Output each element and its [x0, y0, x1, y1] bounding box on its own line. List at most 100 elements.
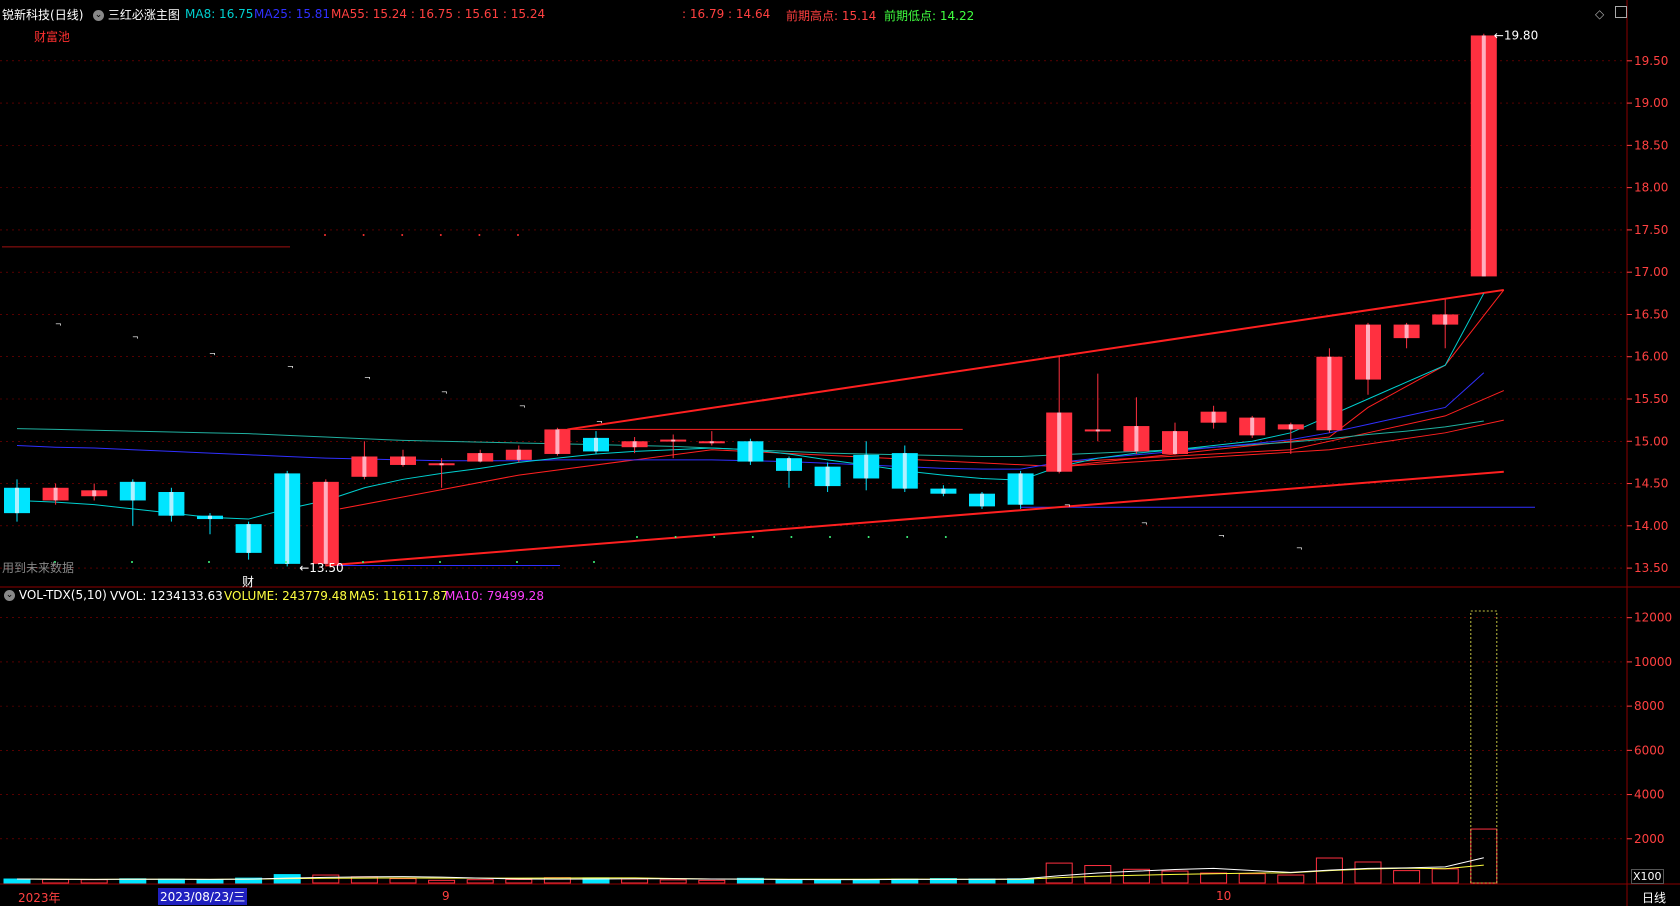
candle-highlight [1288, 424, 1293, 430]
candle-highlight [1366, 324, 1370, 380]
candle-highlight [1173, 431, 1177, 454]
candle[interactable] [81, 490, 108, 497]
candle-highlight [1018, 473, 1023, 505]
candle-highlight [1095, 429, 1100, 432]
candle-highlight [748, 441, 753, 462]
candle[interactable] [119, 481, 146, 501]
signal-marker: ¬ [1141, 519, 1148, 528]
volume-bar [1084, 865, 1112, 884]
signal-dot [944, 536, 947, 538]
candle[interactable] [428, 463, 455, 466]
candle[interactable] [660, 439, 687, 442]
candle[interactable] [814, 466, 841, 487]
candle[interactable] [235, 524, 262, 553]
volume-tick-label: 12000 [1634, 611, 1672, 625]
candle[interactable] [1432, 314, 1459, 325]
volume-tick-label: 8000 [1634, 699, 1665, 713]
caifu-label: 财富池 [34, 30, 71, 44]
candle[interactable] [351, 456, 378, 477]
signal-dot [208, 561, 210, 563]
candle[interactable] [776, 458, 802, 471]
range-value: : 16.79 : 14.64 [682, 7, 771, 21]
candle[interactable] [1316, 356, 1343, 431]
candle[interactable] [1084, 429, 1111, 432]
volume-bar [1354, 861, 1382, 884]
candle[interactable] [505, 449, 532, 460]
candlestick-chart[interactable]: 13.50 14.00 14.50 15.00 15.50 16.00 16.50 17.00… [0, 0, 1680, 906]
candle-highlight [709, 441, 714, 444]
volume-tick-label: 2000 [1634, 832, 1665, 846]
candle[interactable] [930, 488, 957, 494]
volume-tick-label: 4000 [1634, 788, 1665, 802]
signal-marker: ¬ [209, 350, 216, 359]
candle-highlight [478, 453, 483, 462]
volume-bar [1393, 870, 1421, 884]
candle[interactable] [1046, 412, 1073, 472]
volume-tick-label: 6000 [1634, 743, 1665, 757]
volume-indicator-dropdown[interactable]: ⌄ VOL-TDX(5,10) [4, 588, 107, 602]
min-price-label: ←13.50 [299, 561, 343, 575]
volume-tick-label: 10000 [1634, 655, 1672, 669]
candle-highlight [1443, 314, 1448, 325]
candle[interactable] [390, 456, 416, 465]
candle-highlight [825, 466, 830, 487]
candle[interactable] [4, 487, 30, 514]
stock-title: 锐新科技(日线) [2, 6, 83, 23]
volume-bar [3, 878, 31, 884]
volume-bar [157, 878, 185, 884]
period-label: (日线) [50, 8, 84, 22]
candle[interactable] [197, 515, 223, 520]
candle[interactable] [621, 441, 648, 448]
volume-bar [1277, 874, 1305, 884]
candle[interactable] [698, 441, 725, 444]
candle[interactable] [969, 493, 995, 507]
volume-indicator-name: VOL-TDX(5,10) [18, 588, 107, 602]
candle[interactable] [544, 429, 571, 454]
candle[interactable] [1277, 424, 1304, 430]
volume-bar [775, 879, 803, 884]
volume-bar [1470, 828, 1498, 884]
price-tick-label: 18.00 [1634, 181, 1668, 195]
prev-low-value: 前期低点: 14.22 [884, 9, 975, 23]
period-button[interactable]: 日线 [1642, 889, 1666, 906]
candle-highlight [1250, 417, 1255, 436]
candle[interactable] [1239, 417, 1266, 436]
price-tick-label: 14.00 [1634, 519, 1668, 533]
volume-bar [1200, 872, 1228, 884]
candle[interactable] [1200, 411, 1227, 423]
ma8-line [16, 293, 1485, 520]
candle[interactable] [1162, 431, 1188, 454]
candle[interactable] [1355, 324, 1381, 380]
signal-dot [867, 536, 870, 538]
candle-highlight [555, 429, 560, 454]
candle[interactable] [42, 487, 69, 501]
candle[interactable] [1123, 426, 1150, 452]
signal-marker: ¬ [1218, 532, 1225, 541]
candle[interactable] [274, 473, 301, 564]
volume-ma5-line [16, 857, 1484, 881]
candle[interactable] [583, 437, 609, 452]
signal-dot [906, 536, 909, 538]
diamond-icon[interactable]: ◇ [1595, 7, 1604, 21]
candle[interactable] [467, 453, 494, 462]
candle[interactable] [853, 454, 880, 479]
candle[interactable] [158, 492, 185, 516]
candle-highlight [246, 524, 251, 553]
signal-dot [439, 561, 441, 563]
candle[interactable] [737, 441, 764, 462]
cursor-date: 2023/08/23/三 [158, 888, 248, 905]
candle[interactable] [1393, 324, 1420, 339]
ma8-value: MA8: 16.75 [185, 7, 254, 21]
candle[interactable] [891, 453, 918, 489]
chevron-down-icon: ⌄ [4, 590, 15, 601]
chevron-down-icon: ⌄ [93, 10, 104, 21]
window-icon[interactable] [1615, 6, 1627, 18]
signal-dot [713, 536, 716, 538]
candle-highlight [1481, 35, 1486, 277]
candle[interactable] [1007, 473, 1034, 505]
volume-bar [1161, 870, 1189, 884]
indicator-dropdown[interactable]: ⌄ 三红必涨主图 [93, 6, 180, 23]
signal-dot [593, 561, 595, 563]
candle[interactable] [312, 481, 339, 564]
candle[interactable] [1470, 35, 1497, 277]
